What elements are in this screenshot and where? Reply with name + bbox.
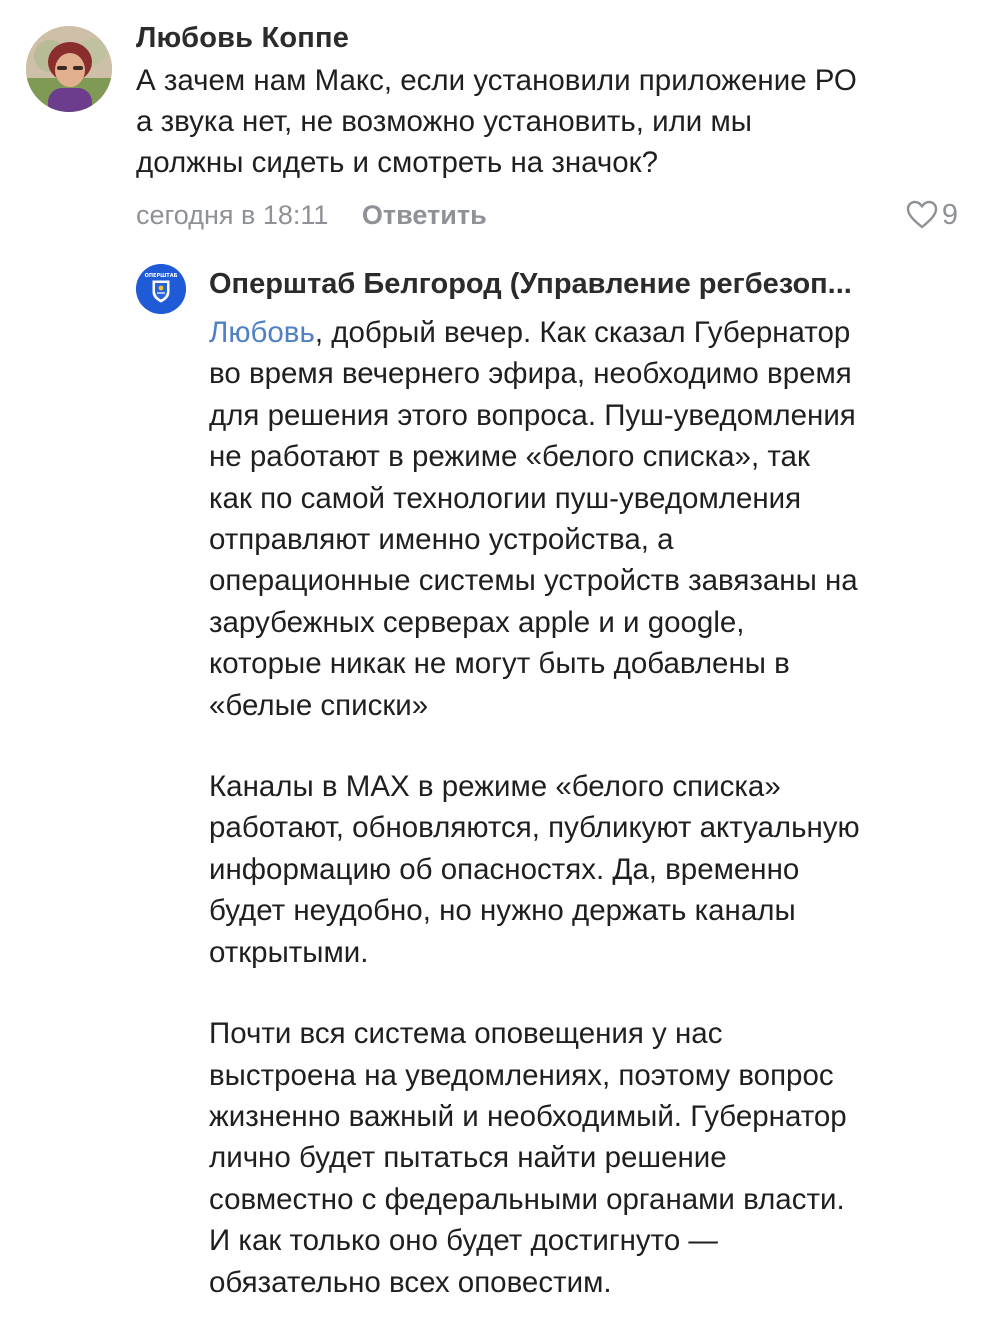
like-count: 9 [941, 199, 958, 231]
comment-body: Любовь Коппе А зачем нам Макс, если уста… [136, 18, 966, 235]
reply-line: жизненно важный и необходимый. Губернато… [209, 1099, 847, 1133]
reply-line: которые никак не могут быть добавлены в [209, 647, 790, 681]
reply-text: Любовь, добрый вечер. Как сказал Губерна… [209, 312, 969, 1303]
reply-line: Почти вся система оповещения у нас [209, 1017, 723, 1051]
reply-paragraph-2: Каналы в МАХ в режиме «белого списка» ра… [209, 766, 969, 973]
coat-of-arms-icon: ОПЕРШТАБ [136, 264, 186, 314]
reply-line: отправляют именно устройства, а [209, 523, 674, 557]
reply-line: обязательно всех оповестим. [209, 1265, 612, 1299]
reply-line: для решения этого вопроса. Пуш-уведомлен… [209, 398, 856, 432]
reply-line: лично будет пытаться найти решение [209, 1141, 727, 1175]
reply-line: информацию об опасностях. Да, временно [209, 852, 800, 886]
comment-line: А зачем нам Макс, если установили прилож… [136, 64, 857, 97]
reply-line: «белые списки» [209, 688, 429, 722]
reply-line: операционные системы устройств завязаны … [209, 564, 858, 598]
reply-avatar[interactable]: ОПЕРШТАБ [136, 264, 186, 314]
reply-paragraph-1: Любовь, добрый вечер. Как сказал Губерна… [209, 312, 969, 726]
reply-line: во время вечернего эфира, необходимо вре… [209, 357, 852, 391]
avatar[interactable] [26, 26, 112, 112]
comment-meta: сегодня в 18:11 Ответить 9 [136, 195, 966, 235]
comment-timestamp: сегодня в 18:11 [136, 200, 329, 230]
user-photo [26, 26, 112, 112]
comment-line: а звука нет, не возможно установить, или… [136, 105, 752, 138]
comment-line: должны сидеть и смотреть на значок? [136, 146, 658, 179]
reply-line: не работают в режиме «белого списка», та… [209, 440, 810, 474]
like-button[interactable]: 9 [906, 195, 958, 235]
reply-line: выстроена на уведомлениях, поэтому вопро… [209, 1058, 834, 1092]
reply-line: Каналы в МАХ в режиме «белого списка» [209, 770, 781, 804]
reply-line: работают, обновляются, публикуют актуаль… [209, 811, 860, 845]
reply-line: как по самой технологии пуш-уведомления [209, 481, 802, 515]
comment-author[interactable]: Любовь Коппе [136, 18, 966, 58]
comment-text: А зачем нам Макс, если установили прилож… [136, 60, 966, 183]
reply-line: И как только оно будет достигнуто — [209, 1224, 718, 1258]
reply-button[interactable]: Ответить [362, 195, 487, 235]
reply-line: совместно с федеральными органами власти… [209, 1182, 845, 1216]
reply-line: открытыми. [209, 935, 369, 969]
reply-line: будет неудобно, но нужно держать каналы [209, 894, 796, 928]
reply-avatar-text: ОПЕРШТАБ [145, 273, 178, 279]
mention-link[interactable]: Любовь [209, 316, 315, 349]
reply-paragraph-3: Почти вся система оповещения у нас выстр… [209, 1013, 969, 1303]
reply-author[interactable]: Оперштаб Белгород (Управление регбезоп..… [209, 256, 969, 312]
reply-body: Оперштаб Белгород (Управление регбезоп..… [209, 256, 969, 1343]
reply-line: , добрый вечер. Как сказал Губернатор [314, 316, 851, 349]
reply-line: зарубежных серверах apple и и google, [209, 605, 745, 639]
heart-outline-icon [906, 200, 938, 229]
